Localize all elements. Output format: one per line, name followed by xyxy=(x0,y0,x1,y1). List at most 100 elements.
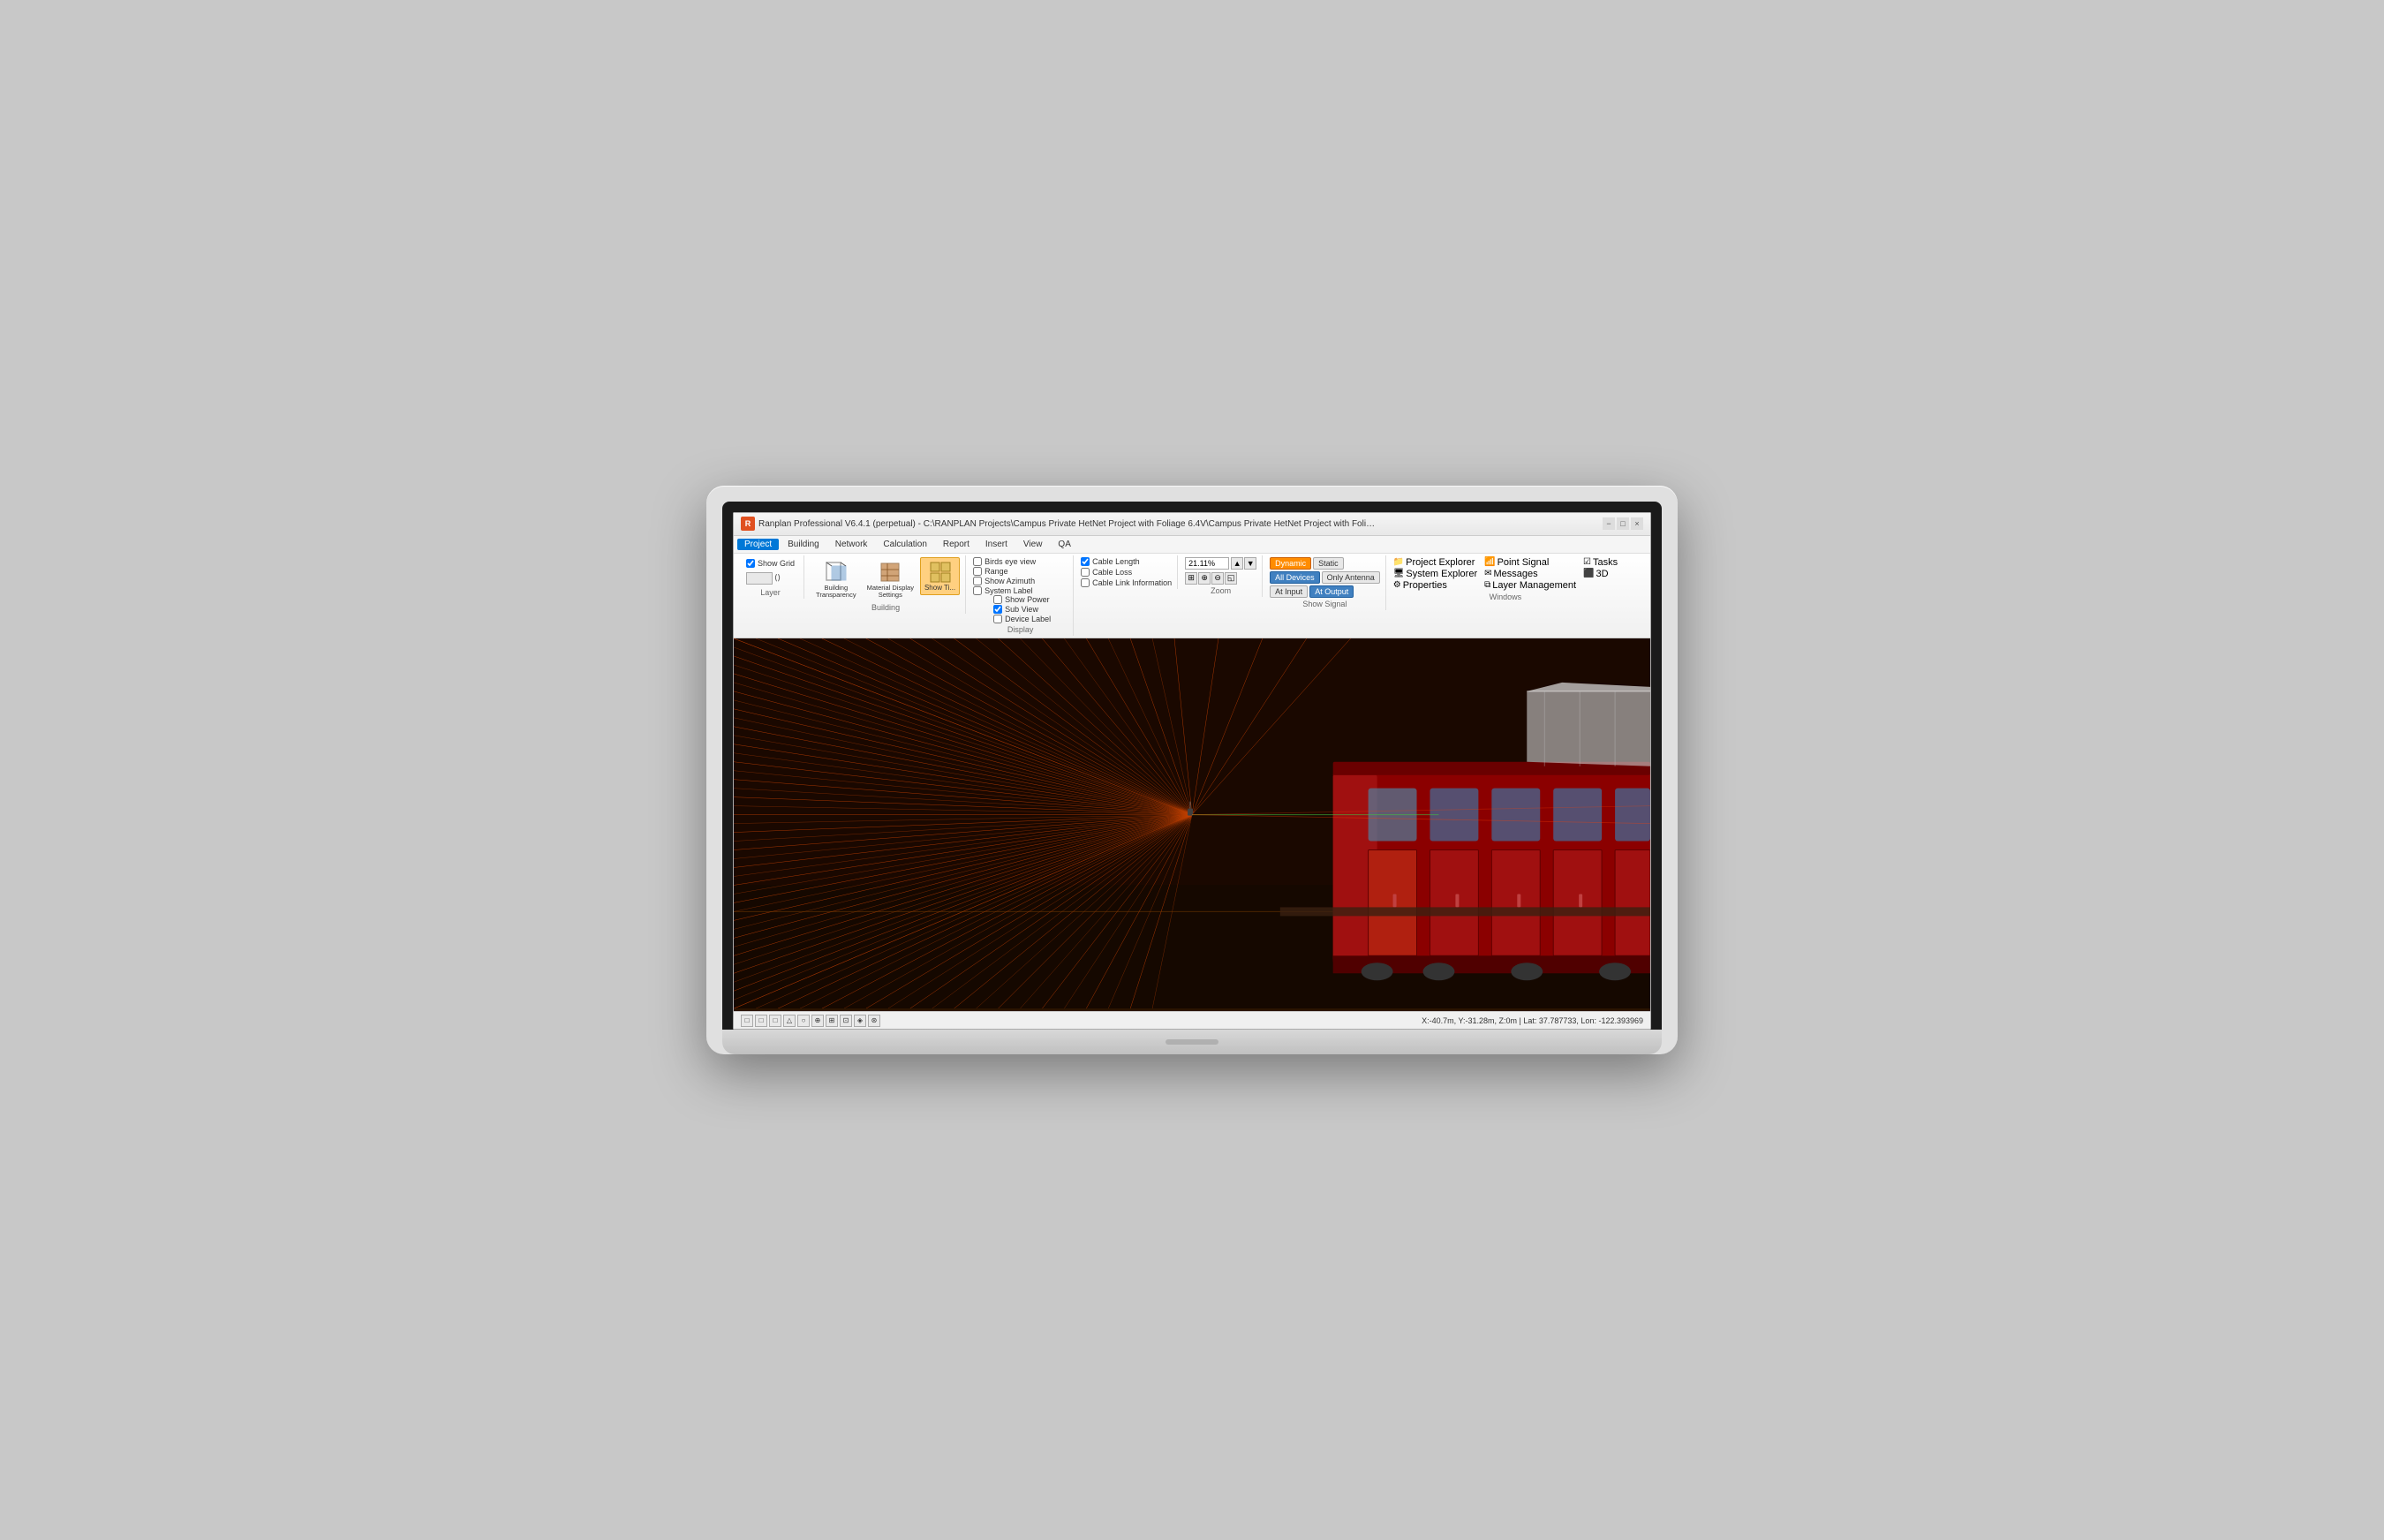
menu-project[interactable]: Project xyxy=(737,539,779,550)
building-transparency-btn[interactable]: Building Transparency xyxy=(811,557,861,602)
status-icon-2[interactable]: □ xyxy=(755,1015,767,1027)
show-tile-btn[interactable]: Show Ti... xyxy=(920,557,960,595)
status-icon-8[interactable]: ⊡ xyxy=(840,1015,852,1027)
show-power-item[interactable]: Show Power xyxy=(993,595,1051,604)
ribbon-group-signal: Dynamic Static All Devices Only Antenna … xyxy=(1264,555,1386,610)
zoom-fit-btn[interactable]: ⊞ xyxy=(1185,572,1197,585)
title-bar-controls[interactable]: − □ × xyxy=(1603,517,1643,530)
show-power-checkbox[interactable] xyxy=(993,595,1002,604)
cable-link-checkbox[interactable] xyxy=(1081,578,1090,587)
title-bar: R Ranplan Professional V6.4.1 (perpetual… xyxy=(734,513,1650,536)
tasks-item[interactable]: ☑ Tasks xyxy=(1583,557,1618,568)
material-display-btn[interactable]: Material Display Settings xyxy=(863,557,918,602)
status-icon-4[interactable]: △ xyxy=(783,1015,796,1027)
system-explorer-item[interactable]: 🖥 System Explorer xyxy=(1393,569,1477,579)
show-azimuth-item[interactable]: Show Azimuth xyxy=(973,577,1068,585)
zoom-plus-btn[interactable]: ⊕ xyxy=(1198,572,1211,585)
show-tile-icon xyxy=(928,560,953,585)
status-coordinates: X:-40.7m, Y:-31.28m, Z:0m | Lat: 37.7877… xyxy=(1422,1016,1643,1025)
signal-row-3: At Input At Output xyxy=(1270,585,1380,598)
menu-report[interactable]: Report xyxy=(936,539,977,550)
zoom-minus-btn[interactable]: ⊖ xyxy=(1211,572,1224,585)
tasks-icon: ☑ xyxy=(1583,557,1591,567)
zoom-select-btn[interactable]: ◱ xyxy=(1225,572,1237,585)
range-item[interactable]: Range xyxy=(973,567,1068,576)
menu-calculation[interactable]: Calculation xyxy=(876,539,933,550)
status-icon-6[interactable]: ⊕ xyxy=(811,1015,824,1027)
screen-bezel: R Ranplan Professional V6.4.1 (perpetual… xyxy=(722,502,1662,1030)
cable-length-item[interactable]: Cable Length xyxy=(1081,557,1172,566)
device-label-label: Device Label xyxy=(1005,615,1051,623)
messages-icon: ✉ xyxy=(1484,569,1491,578)
layer-arrows[interactable]: ⟨⟩ xyxy=(774,573,781,583)
signal-row-2: All Devices Only Antenna xyxy=(1270,571,1380,584)
layer-control[interactable] xyxy=(746,572,773,585)
sub-view-checkbox[interactable] xyxy=(993,605,1002,614)
building-group-label: Building xyxy=(871,601,900,612)
cable-length-checkbox[interactable] xyxy=(1081,557,1090,566)
material-display-icon xyxy=(878,560,902,585)
main-canvas[interactable] xyxy=(734,638,1650,1011)
properties-item[interactable]: ⚙ Properties xyxy=(1393,580,1477,591)
status-icon-7[interactable]: ⊞ xyxy=(826,1015,838,1027)
point-signal-label: Point Signal xyxy=(1498,557,1550,568)
minimize-button[interactable]: − xyxy=(1603,517,1615,530)
show-azimuth-checkbox[interactable] xyxy=(973,577,982,585)
status-icon-9[interactable]: ◈ xyxy=(854,1015,866,1027)
zoom-icons-row: ⊞ ⊕ ⊖ ◱ xyxy=(1185,572,1256,585)
zoom-up-btn[interactable]: ▲ xyxy=(1231,557,1243,570)
project-explorer-item[interactable]: 📁 Project Explorer xyxy=(1393,557,1477,568)
sub-view-item[interactable]: Sub View xyxy=(993,605,1051,614)
title-bar-left: R Ranplan Professional V6.4.1 (perpetual… xyxy=(741,517,1377,531)
device-label-item[interactable]: Device Label xyxy=(993,615,1051,623)
status-bar: □ □ □ △ ○ ⊕ ⊞ ⊡ ◈ ⊛ X:-40.7m, Y:-31.28m,… xyxy=(734,1011,1650,1029)
status-icon-5[interactable]: ○ xyxy=(797,1015,810,1027)
cable-loss-checkbox[interactable] xyxy=(1081,568,1090,577)
system-explorer-label: System Explorer xyxy=(1406,569,1477,579)
birds-eye-item[interactable]: Birds eye view xyxy=(973,557,1068,566)
show-tile-label: Show Ti... xyxy=(924,585,955,593)
signal-row-1: Dynamic Static xyxy=(1270,557,1380,570)
dynamic-btn[interactable]: Dynamic xyxy=(1270,557,1311,570)
3d-item[interactable]: ⬛ 3D xyxy=(1583,569,1618,579)
show-grid-checkbox[interactable] xyxy=(746,559,755,568)
close-button[interactable]: × xyxy=(1631,517,1643,530)
menu-building[interactable]: Building xyxy=(781,539,826,550)
menu-network[interactable]: Network xyxy=(828,539,875,550)
cable-loss-item[interactable]: Cable Loss xyxy=(1081,568,1172,577)
cable-link-label: Cable Link Information xyxy=(1092,578,1172,587)
menu-view[interactable]: View xyxy=(1016,539,1050,550)
signal-group-label: Show Signal xyxy=(1302,598,1347,608)
all-devices-btn[interactable]: All Devices xyxy=(1270,571,1320,584)
status-icon-3[interactable]: □ xyxy=(769,1015,781,1027)
show-grid-item[interactable]: Show Grid xyxy=(746,559,795,568)
maximize-button[interactable]: □ xyxy=(1617,517,1629,530)
project-explorer-icon: 📁 xyxy=(1393,557,1404,567)
properties-label: Properties xyxy=(1403,580,1447,591)
at-input-btn[interactable]: At Input xyxy=(1270,585,1308,598)
scene-svg xyxy=(734,638,1650,1008)
status-icon-10[interactable]: ⊛ xyxy=(868,1015,880,1027)
point-signal-item[interactable]: 📶 Point Signal xyxy=(1484,557,1576,568)
zoom-down-btn[interactable]: ▼ xyxy=(1244,557,1256,570)
system-label-checkbox[interactable] xyxy=(973,586,982,595)
system-label-item[interactable]: System Label xyxy=(973,586,1068,595)
zoom-input[interactable] xyxy=(1185,557,1229,570)
birds-eye-checkbox[interactable] xyxy=(973,557,982,566)
range-checkbox[interactable] xyxy=(973,567,982,576)
status-icon-1[interactable]: □ xyxy=(741,1015,753,1027)
messages-item[interactable]: ✉ Messages xyxy=(1484,569,1576,579)
static-btn[interactable]: Static xyxy=(1313,557,1344,570)
show-grid-label: Show Grid xyxy=(758,559,795,568)
system-explorer-icon: 🖥 xyxy=(1393,569,1405,578)
only-antenna-btn[interactable]: Only Antenna xyxy=(1322,571,1380,584)
3d-label: 3D xyxy=(1596,569,1609,579)
at-output-btn[interactable]: At Output xyxy=(1309,585,1354,598)
cable-link-item[interactable]: Cable Link Information xyxy=(1081,578,1172,587)
menu-qa[interactable]: QA xyxy=(1051,539,1077,550)
cable-length-label: Cable Length xyxy=(1092,557,1140,566)
menu-insert[interactable]: Insert xyxy=(978,539,1015,550)
device-label-checkbox[interactable] xyxy=(993,615,1002,623)
ribbon: Show Grid ⟨⟩ Layer xyxy=(734,554,1650,638)
layer-management-item[interactable]: ⧉ Layer Management xyxy=(1484,580,1576,591)
